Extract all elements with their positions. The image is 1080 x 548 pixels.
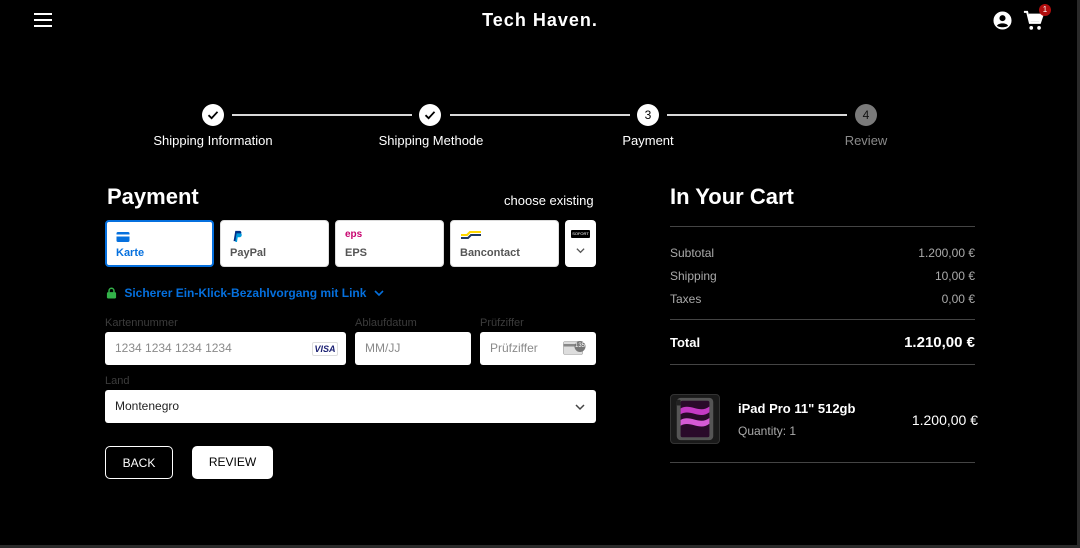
choose-existing-link[interactable]: choose existing <box>504 193 594 208</box>
step-3-number: 3 <box>637 104 659 126</box>
review-button[interactable]: REVIEW <box>192 446 273 479</box>
step-2-check-icon <box>419 104 441 126</box>
product-price: 1.200,00 € <box>911 412 978 428</box>
payment-method-eps[interactable]: eps EPS <box>335 220 444 267</box>
payment-heading: Payment <box>107 184 199 209</box>
step-2-label: Shipping Methode <box>378 133 484 148</box>
visa-icon: VISA <box>312 342 338 356</box>
expiry-input[interactable]: MM/JJ <box>355 332 471 365</box>
payment-method-label: PayPal <box>230 247 267 259</box>
taxes-label: Taxes <box>670 292 702 306</box>
shipping-label: Shipping <box>670 269 717 283</box>
total-label: Total <box>670 335 701 350</box>
shipping-value: 10,00 € <box>934 269 975 283</box>
cvc-label: Prüfziffer <box>480 317 524 329</box>
payment-method-paypal[interactable]: PayPal <box>220 220 329 267</box>
step-1-check-icon <box>202 104 224 126</box>
step-1-label: Shipping Information <box>153 133 273 148</box>
card-number-input[interactable]: 1234 1234 1234 1234 <box>105 332 346 365</box>
step-connector-3 <box>667 114 847 116</box>
step-connector-2 <box>450 114 630 116</box>
cart-count-badge: 1 <box>1039 4 1051 16</box>
subtotal-label: Subtotal <box>670 246 715 260</box>
sofort-badge: SOFORT <box>571 230 590 238</box>
account-icon[interactable] <box>993 11 1012 30</box>
cart-divider-total <box>670 364 975 365</box>
cart-divider-top <box>670 226 975 227</box>
cvc-icon-number: 135 <box>575 343 586 349</box>
link-text: Sicherer Ein-Klick-Bezahlvorgang mit Lin… <box>124 286 367 300</box>
taxes-value: 0,00 € <box>941 292 975 306</box>
card-number-label: Kartennummer <box>105 317 178 329</box>
card-icon <box>116 232 130 242</box>
bancontact-icon <box>461 231 481 239</box>
subtotal-value: 1.200,00 € <box>918 246 975 260</box>
product-name: iPad Pro 11" 512gb <box>738 401 856 416</box>
chevron-down-icon <box>374 290 384 297</box>
payment-method-bancontact[interactable]: Bancontact <box>450 220 559 267</box>
country-select[interactable]: Montenegro <box>105 390 596 423</box>
step-4-number: 4 <box>855 104 877 126</box>
payment-method-label: Bancontact <box>460 247 520 259</box>
product-image <box>670 394 720 444</box>
product-quantity: Quantity: 1 <box>738 424 797 438</box>
step-4-label: Review <box>844 133 888 148</box>
chevron-down-icon <box>576 248 585 254</box>
back-button[interactable]: BACK <box>105 446 173 479</box>
cvc-card-icon: 135 <box>563 339 586 357</box>
brand-logo[interactable]: Tech Haven. <box>0 10 1080 31</box>
payment-method-karte[interactable]: Karte <box>105 220 214 267</box>
country-label: Land <box>105 375 130 387</box>
step-3-label: Payment <box>622 133 674 148</box>
payment-method-label: EPS <box>345 247 368 259</box>
paypal-icon <box>233 230 242 242</box>
eps-icon: eps <box>345 229 363 240</box>
link-one-click-checkout[interactable]: Sicherer Ein-Klick-Bezahlvorgang mit Lin… <box>106 286 384 300</box>
cart-heading: In Your Cart <box>670 184 794 209</box>
total-value: 1.210,00 € <box>904 334 975 351</box>
expiry-label: Ablaufdatum <box>355 317 417 329</box>
cart-divider-item <box>670 462 975 463</box>
cart-divider-subtotal <box>670 319 975 320</box>
lock-icon <box>106 287 117 299</box>
more-payment-methods-dropdown[interactable]: SOFORT <box>565 220 596 267</box>
step-connector-1 <box>232 114 412 116</box>
payment-method-label: Karte <box>116 247 145 259</box>
chevron-down-icon <box>575 404 585 411</box>
